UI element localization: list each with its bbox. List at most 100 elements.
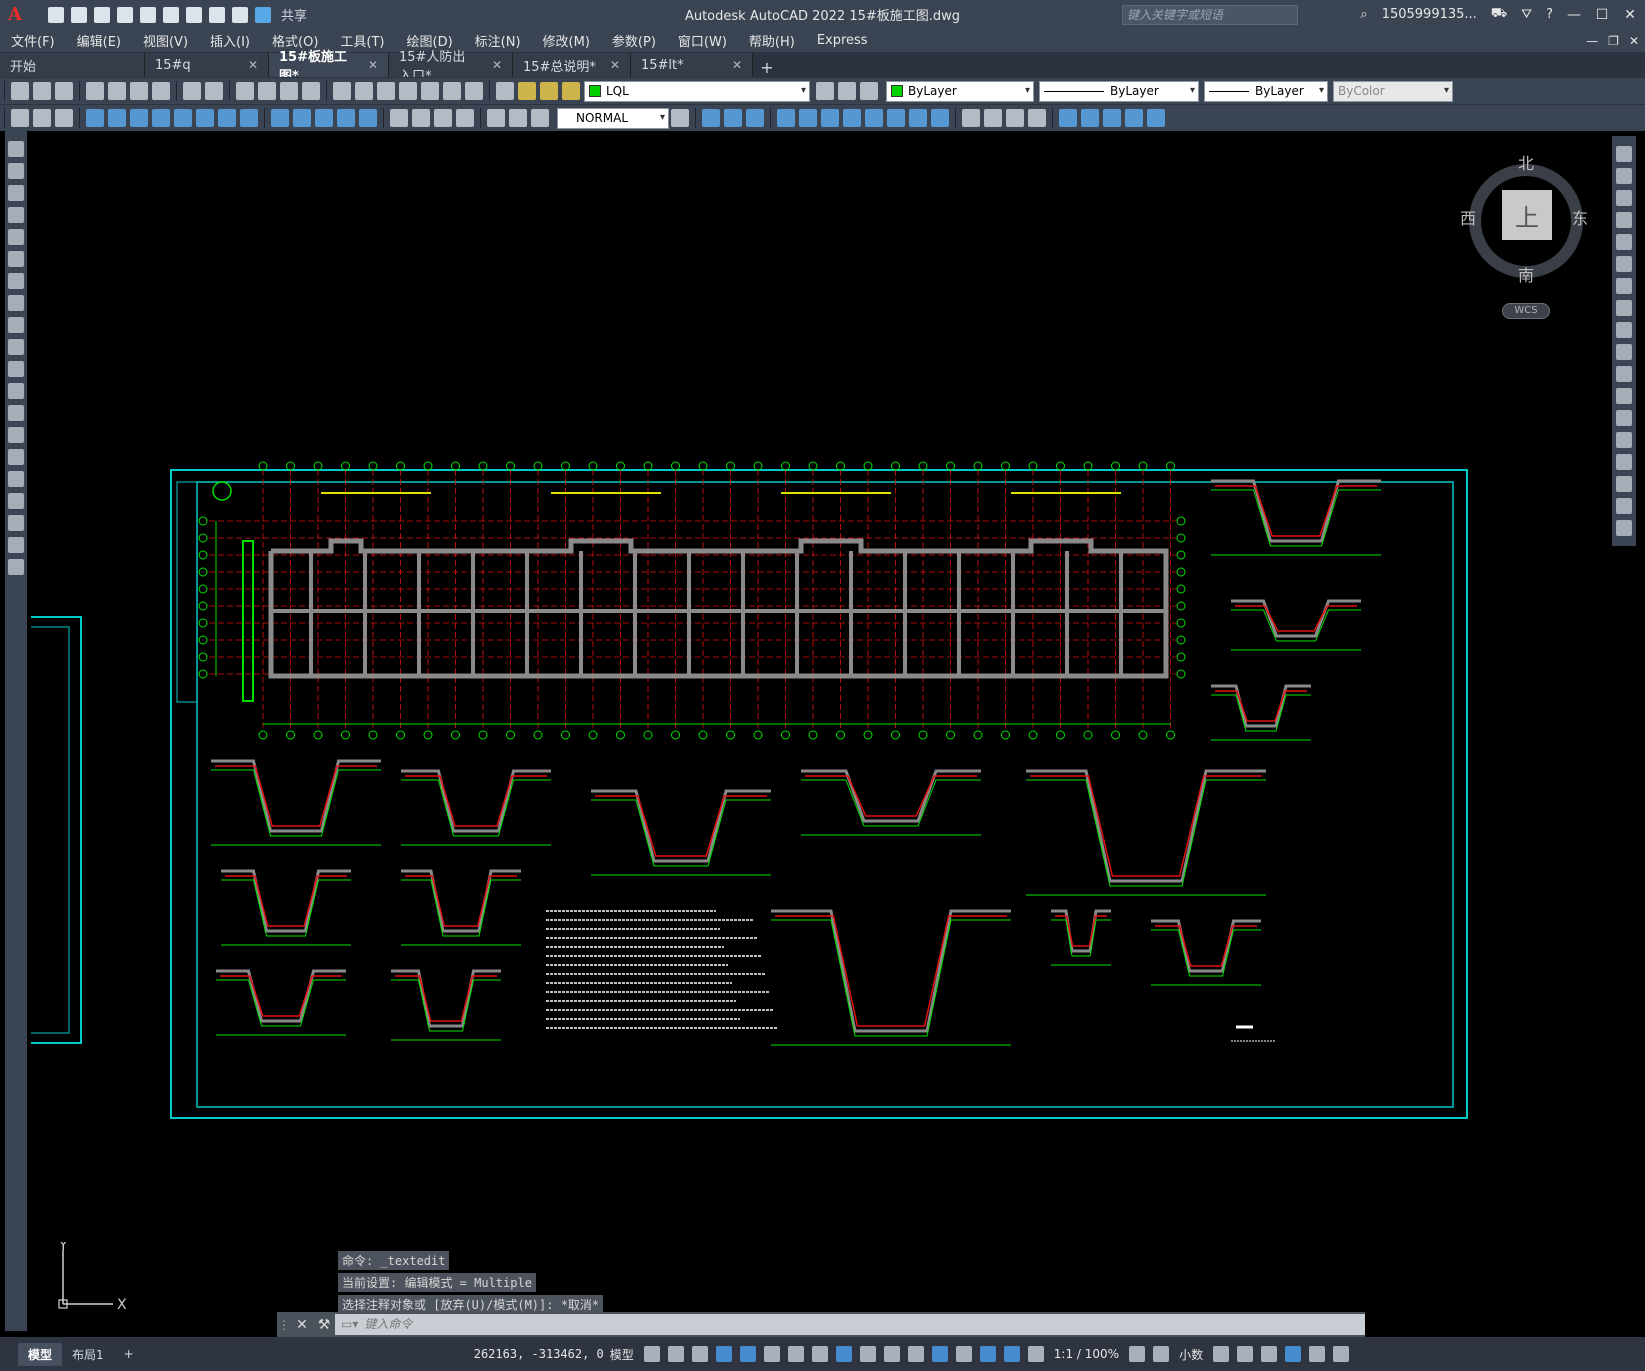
- gradient-icon[interactable]: [8, 471, 24, 487]
- new-file-icon[interactable]: [11, 82, 29, 100]
- stretch-icon[interactable]: [1616, 322, 1632, 338]
- match-properties-icon[interactable]: [11, 109, 29, 127]
- join-icon[interactable]: [1616, 432, 1632, 448]
- blend-icon[interactable]: [1616, 498, 1632, 514]
- table-icon[interactable]: [8, 515, 24, 531]
- view-bottom-icon[interactable]: [724, 109, 742, 127]
- move-icon[interactable]: [1616, 256, 1632, 272]
- command-prompt-icon[interactable]: ▭▾: [341, 1314, 358, 1335]
- make-block-icon[interactable]: [8, 405, 24, 421]
- chamfer-icon[interactable]: [1616, 454, 1632, 470]
- open-file-icon[interactable]: [33, 82, 51, 100]
- user-account[interactable]: 1505999135...: [1382, 7, 1477, 22]
- construction-line-icon[interactable]: [8, 163, 24, 179]
- jogged-linear-icon[interactable]: [456, 109, 474, 127]
- line-icon[interactable]: [8, 141, 24, 157]
- view-top-icon[interactable]: [702, 109, 720, 127]
- tab-close-icon[interactable]: ✕: [492, 58, 502, 72]
- view-left-icon[interactable]: [746, 109, 764, 127]
- redo-tool-icon[interactable]: [205, 82, 223, 100]
- menu-edit[interactable]: 编辑(E): [66, 31, 132, 50]
- break-icon[interactable]: [1616, 410, 1632, 426]
- pan-icon[interactable]: [236, 82, 254, 100]
- menu-parametric[interactable]: 参数(P): [601, 31, 667, 50]
- linetype-dropdown[interactable]: ByLayer ▾: [1039, 80, 1199, 102]
- object-snap-icon[interactable]: [835, 1346, 852, 1362]
- layer-on-icon[interactable]: [518, 82, 536, 100]
- mtext-icon[interactable]: [8, 537, 24, 553]
- ucs-view-icon[interactable]: [887, 109, 905, 127]
- dim-break-icon[interactable]: [359, 109, 377, 127]
- layout-tab-layout1[interactable]: 布局1: [62, 1343, 114, 1366]
- compass-south[interactable]: 南: [1518, 262, 1534, 286]
- menu-express[interactable]: Express: [806, 33, 879, 48]
- rotate-icon[interactable]: [1616, 278, 1632, 294]
- trim-icon[interactable]: [1616, 344, 1632, 360]
- aligned-dim-icon[interactable]: [108, 109, 126, 127]
- design-center-icon[interactable]: [355, 82, 373, 100]
- dim-space-icon[interactable]: [337, 109, 355, 127]
- break-point-icon[interactable]: [1616, 388, 1632, 404]
- quick-properties-icon[interactable]: [1213, 1346, 1230, 1362]
- undo-tool-icon[interactable]: [183, 82, 201, 100]
- viewcube[interactable]: 上 北 南 东 西: [1460, 152, 1588, 292]
- dim-edit-icon[interactable]: [487, 109, 505, 127]
- sweep-icon[interactable]: [1006, 109, 1024, 127]
- block-editor-icon[interactable]: [33, 109, 51, 127]
- share-icon[interactable]: [255, 6, 271, 23]
- minimize-button[interactable]: —: [1567, 7, 1581, 23]
- tab-15-slab-drawing[interactable]: 15#板施工图*✕: [269, 50, 389, 84]
- diameter-dim-icon[interactable]: [218, 109, 236, 127]
- copy-icon[interactable]: [1616, 168, 1632, 184]
- revolve-icon[interactable]: [1028, 109, 1046, 127]
- layer-freeze-icon[interactable]: [540, 82, 558, 100]
- app-logo-icon[interactable]: A: [0, 0, 30, 29]
- tool-palettes-icon[interactable]: [377, 82, 395, 100]
- markup-icon[interactable]: [421, 82, 439, 100]
- ucs-world-icon[interactable]: [799, 109, 817, 127]
- isolate-objects-icon[interactable]: [1261, 1346, 1278, 1362]
- mirror-icon[interactable]: [1616, 190, 1632, 206]
- menu-view[interactable]: 视图(V): [132, 31, 199, 50]
- compass-east[interactable]: 东: [1572, 205, 1588, 229]
- maximize-button[interactable]: ☐: [1595, 7, 1609, 23]
- tab-close-icon[interactable]: ✕: [732, 58, 742, 72]
- insert-block-icon[interactable]: [8, 383, 24, 399]
- object-snap-tracking-icon[interactable]: [811, 1346, 828, 1362]
- jogged-dim-icon[interactable]: [196, 109, 214, 127]
- lock-ui-icon[interactable]: [1237, 1346, 1254, 1362]
- properties-icon[interactable]: [333, 82, 351, 100]
- extend-icon[interactable]: [1616, 366, 1632, 382]
- ordinate-dim-icon[interactable]: [152, 109, 170, 127]
- plot-icon[interactable]: [186, 6, 202, 23]
- publish-icon[interactable]: [130, 82, 148, 100]
- baseline-dim-icon[interactable]: [293, 109, 311, 127]
- tab-start[interactable]: 开始: [0, 53, 145, 77]
- add-layout-button[interactable]: +: [114, 1344, 144, 1364]
- thicken-icon[interactable]: [1147, 109, 1165, 127]
- ucs-origin-icon[interactable]: [909, 109, 927, 127]
- share-button[interactable]: 共享: [281, 5, 307, 24]
- revision-cloud-icon[interactable]: [8, 295, 24, 311]
- doc-restore-button[interactable]: ❐: [1608, 34, 1619, 48]
- array-icon[interactable]: [1616, 234, 1632, 250]
- angular-dim-icon[interactable]: [240, 109, 258, 127]
- ortho-icon[interactable]: [739, 1346, 756, 1362]
- help-tool-icon[interactable]: [465, 82, 483, 100]
- selection-cycling-icon[interactable]: [907, 1346, 924, 1362]
- layer-walk-icon[interactable]: [55, 109, 73, 127]
- command-line-grip[interactable]: ⋮: [277, 1318, 291, 1332]
- compass-west[interactable]: 西: [1460, 205, 1476, 229]
- wcs-menu-button[interactable]: WCS: [1502, 303, 1550, 319]
- text-style-dropdown[interactable]: NORMAL ▾: [557, 107, 669, 129]
- zoom-realtime-icon[interactable]: [258, 82, 276, 100]
- intersect-icon[interactable]: [1103, 109, 1121, 127]
- menu-file[interactable]: 文件(F): [0, 31, 66, 50]
- close-button[interactable]: ✕: [1623, 7, 1637, 23]
- annotation-visibility-icon[interactable]: [1003, 1346, 1020, 1362]
- spline-icon[interactable]: [8, 317, 24, 333]
- menu-help[interactable]: 帮助(H): [738, 31, 806, 50]
- 3d-osnap-icon[interactable]: [931, 1346, 948, 1362]
- make-current-layer-icon[interactable]: [816, 82, 834, 100]
- new-tab-button[interactable]: +: [753, 58, 781, 77]
